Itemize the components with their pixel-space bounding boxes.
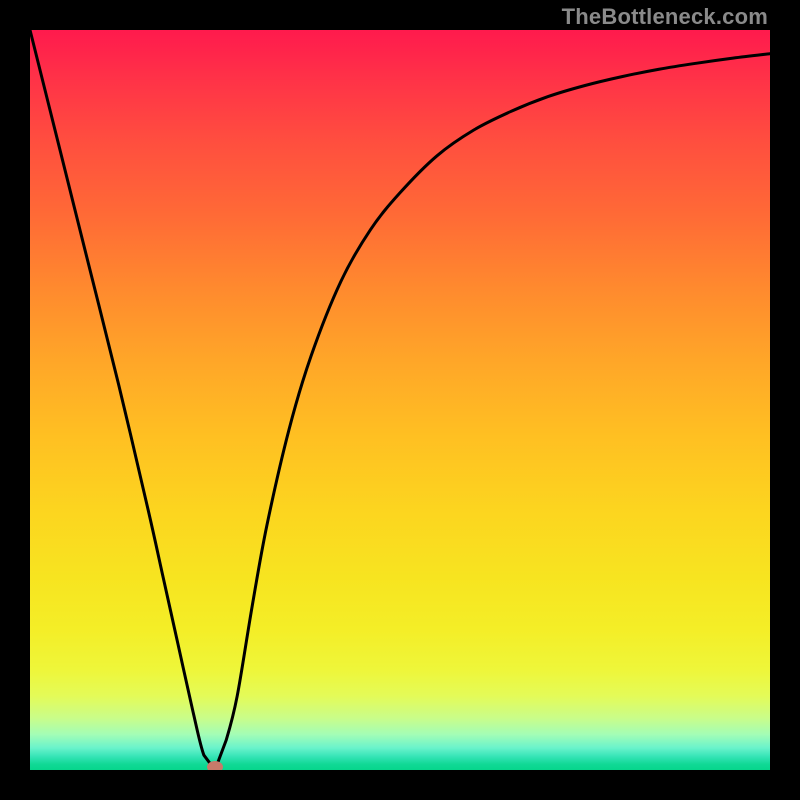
curve-svg [30, 30, 770, 770]
bottleneck-curve [30, 30, 770, 770]
plot-area [30, 30, 770, 770]
chart-container: TheBottleneck.com [0, 0, 800, 800]
attribution-label: TheBottleneck.com [562, 4, 768, 30]
